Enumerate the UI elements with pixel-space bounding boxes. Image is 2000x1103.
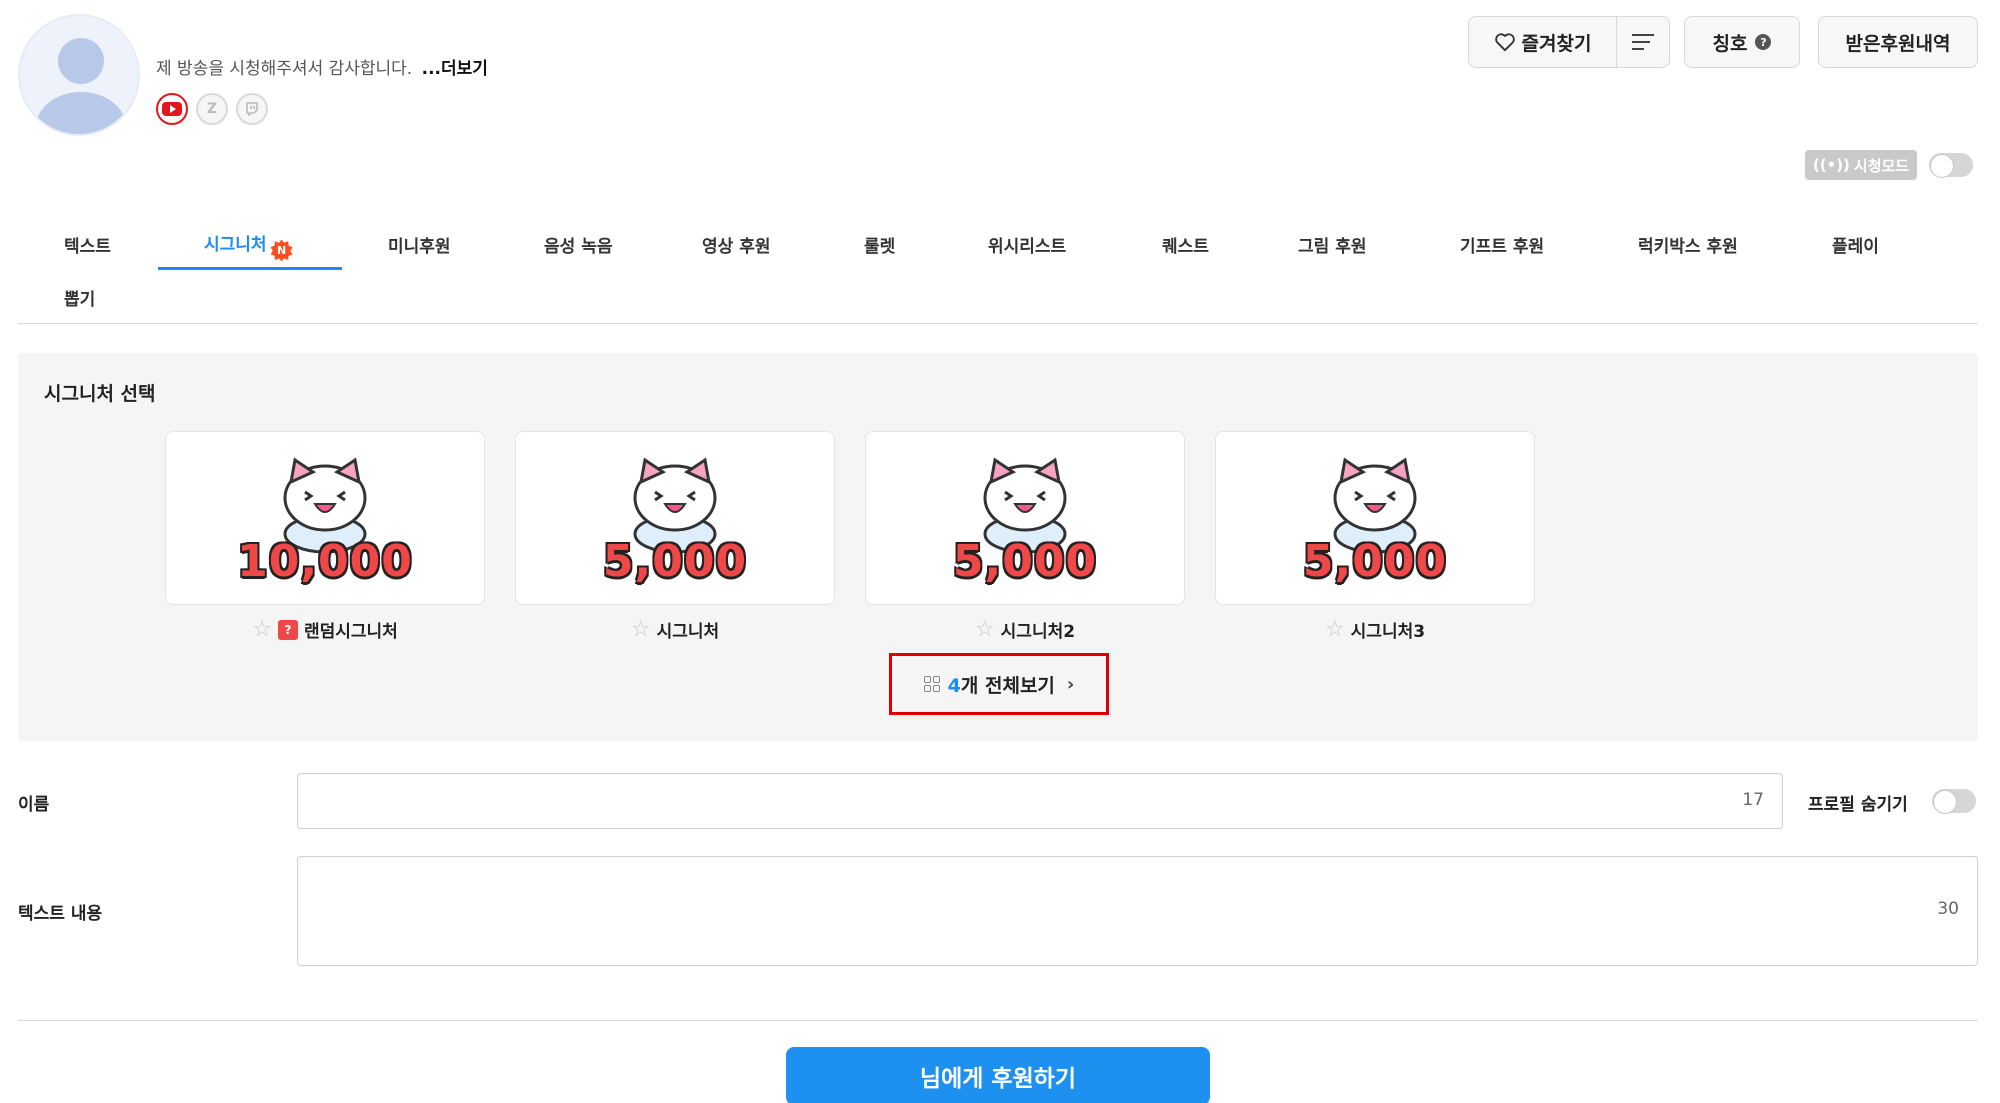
signature-card-label: ☆ 시그니처3 (1215, 617, 1535, 642)
tab-voice-recording[interactable]: 음성 녹음 (544, 232, 612, 257)
section-title: 시그니처 선택 (44, 383, 156, 405)
donate-submit-button[interactable]: 님에게 후원하기 (786, 1047, 1210, 1103)
heart-icon (1494, 33, 1515, 52)
tab-text[interactable]: 텍스트 (64, 232, 111, 257)
history-label: 받은후원내역 (1845, 32, 1951, 55)
text-content-input[interactable]: 30 (297, 856, 1978, 966)
view-all-button[interactable]: 4개 전체보기 › (923, 671, 1075, 698)
more-link[interactable]: ...더보기 (422, 59, 488, 79)
tab-wishlist[interactable]: 위시리스트 (988, 232, 1066, 257)
tab-gift-donation[interactable]: 기프트 후원 (1460, 232, 1544, 257)
signature-name: 시그니처2 (1000, 622, 1076, 642)
tab-quest[interactable]: 퀘스트 (1162, 232, 1209, 257)
sort-menu-button[interactable] (1617, 17, 1669, 67)
favorite-label: 즐겨찾기 (1521, 32, 1592, 55)
divider (18, 1020, 1978, 1021)
tab-mini-donation[interactable]: 미니후원 (388, 232, 451, 257)
tab-drawing-donation[interactable]: 그림 후원 (1298, 232, 1366, 257)
social-links: Z (156, 93, 268, 125)
greeting-text: 제 방송을 시청해주셔서 감사합니다. (156, 59, 413, 79)
youtube-icon[interactable] (156, 93, 188, 125)
signature-count: 4 (947, 674, 961, 697)
tab-luckybox-donation[interactable]: 럭키박스 후원 (1638, 232, 1738, 257)
profile-avatar (18, 14, 140, 136)
signature-card-label: ☆ 시그니처 (515, 617, 835, 642)
name-input[interactable]: 17 (297, 773, 1783, 829)
signature-card-label: ☆ 시그니처2 (865, 617, 1185, 642)
watch-mode-label: 시청모드 (1853, 156, 1910, 175)
zz-icon[interactable]: Z (196, 93, 228, 125)
chevron-right-icon: › (1066, 673, 1075, 695)
grid-icon (923, 676, 940, 692)
title-label: 칭호 (1712, 32, 1748, 55)
favorite-button[interactable]: 즐겨찾기 (1469, 17, 1617, 67)
help-icon: ? (1755, 34, 1772, 50)
name-label: 이름 (18, 795, 50, 815)
text-char-counter: 30 (1937, 899, 1959, 919)
signature-amount: 10,000 (237, 536, 413, 587)
tab-signature-label: 시그니처 (204, 235, 267, 255)
tab-roulette[interactable]: 룰렛 (864, 232, 895, 257)
favorite-group: 즐겨찾기 (1468, 16, 1670, 68)
donation-history-button[interactable]: 받은후원내역 (1818, 16, 1978, 68)
profile-hide-toggle[interactable] (1932, 789, 1976, 814)
title-button[interactable]: 칭호 ? (1684, 16, 1800, 68)
signature-card-label: ☆ ? 랜덤시그니처 (165, 617, 485, 642)
watch-mode-badge: ((•)) 시청모드 (1805, 150, 1917, 180)
signature-section: 시그니처 선택 10,000 ☆ ? 랜덤시그니처 5,000 ☆ 시그니처 5… (18, 353, 1978, 741)
signature-amount: 5,000 (602, 536, 748, 587)
star-icon[interactable]: ☆ (1325, 618, 1345, 641)
signature-card[interactable]: 5,000 (515, 431, 835, 605)
donation-tabs: 텍스트 시그니처 N 미니후원 음성 녹음 영상 후원 룰렛 위시리스트 퀘스트 … (18, 222, 1978, 324)
signature-amount: 5,000 (952, 536, 1098, 587)
tab-video-donation[interactable]: 영상 후원 (702, 232, 770, 257)
tab-play[interactable]: 플레이 (1832, 232, 1879, 257)
name-char-counter: 17 (1742, 790, 1764, 810)
signature-name: 시그니처 (656, 622, 720, 642)
broadcast-icon: ((•)) (1812, 156, 1850, 174)
active-tab-indicator (158, 267, 342, 270)
signature-name: 랜덤시그니처 (303, 622, 398, 642)
profile-greeting: 제 방송을 시청해주셔서 감사합니다. ...더보기 (156, 54, 488, 79)
random-icon: ? (277, 619, 298, 640)
signature-card[interactable]: 10,000 (165, 431, 485, 605)
text-content-label: 텍스트 내용 (18, 904, 103, 924)
star-icon[interactable]: ☆ (975, 618, 995, 641)
star-icon[interactable]: ☆ (252, 618, 272, 641)
tab-draw[interactable]: 뽑기 (64, 285, 95, 310)
menu-icon (1632, 34, 1654, 50)
view-all-highlight: 4개 전체보기 › (889, 653, 1109, 715)
signature-card[interactable]: 5,000 (865, 431, 1185, 605)
signature-amount: 5,000 (1302, 536, 1448, 587)
watch-mode-toggle[interactable] (1929, 153, 1973, 178)
signature-name: 시그니처3 (1350, 622, 1426, 642)
star-icon[interactable]: ☆ (631, 618, 651, 641)
twitch-icon[interactable] (236, 93, 268, 125)
signature-card[interactable]: 5,000 (1215, 431, 1535, 605)
tab-signature[interactable]: 시그니처 N (204, 230, 293, 262)
profile-hide-label: 프로필 숨기기 (1808, 795, 1908, 815)
view-all-label: 개 전체보기 (960, 674, 1055, 697)
new-badge-icon: N (270, 239, 293, 262)
